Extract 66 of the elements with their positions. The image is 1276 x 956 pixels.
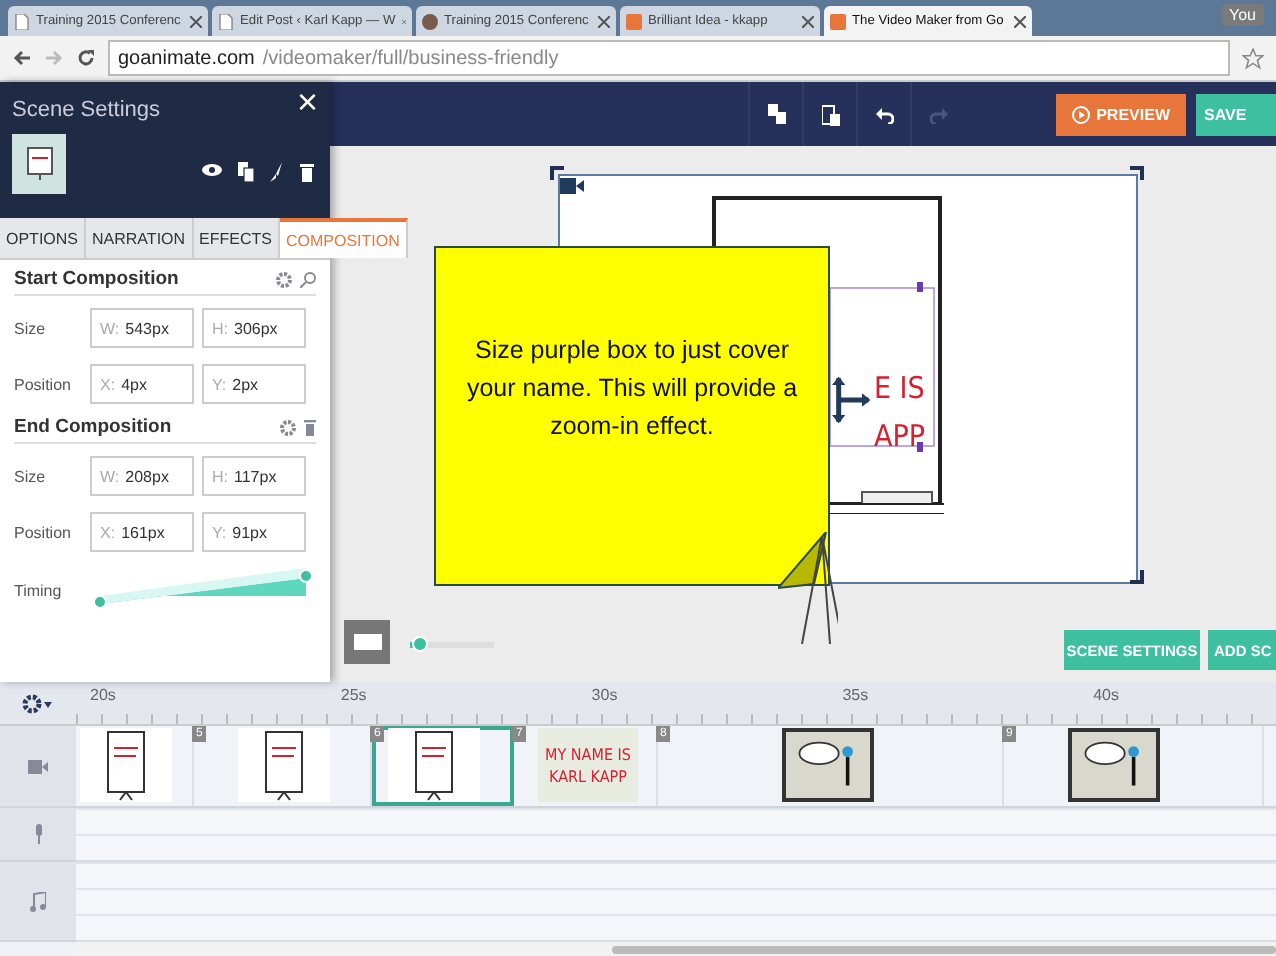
close-icon[interactable]	[1014, 15, 1026, 27]
copy-icon[interactable]	[238, 162, 254, 182]
music-note-icon	[30, 891, 46, 911]
avatar-icon	[422, 13, 438, 29]
camera-icon	[560, 178, 584, 194]
number-field[interactable]: H: 117px	[202, 456, 306, 496]
thumbnail-toggle[interactable]	[344, 620, 390, 664]
page-icon	[218, 13, 234, 29]
address-field[interactable]: goanimate.com /videomaker/full/business-friendly	[108, 40, 1230, 76]
logo-icon	[626, 13, 642, 29]
star-icon[interactable]	[1242, 47, 1264, 69]
field-label: Timing	[14, 581, 64, 599]
profile-badge[interactable]: You	[1221, 4, 1264, 26]
panel-tab[interactable]: NARRATION	[86, 218, 194, 258]
time-tick: 35s	[842, 686, 869, 704]
play-icon	[1072, 105, 1091, 123]
field-label: Size	[14, 319, 48, 337]
number-field[interactable]: Y: 91px	[202, 512, 306, 552]
scene-thumbnail	[80, 728, 172, 802]
gear-icon[interactable]	[276, 271, 292, 287]
time-tick: 40s	[1093, 686, 1119, 704]
gear-icon[interactable]	[280, 419, 296, 435]
field-label: Position	[14, 375, 73, 393]
time-tick: 30s	[591, 686, 618, 704]
section-title: End Composition	[14, 416, 172, 438]
number-field[interactable]: X: 161px	[90, 512, 194, 552]
board-text: E IS	[874, 374, 925, 404]
easel-legs-drawing	[778, 532, 838, 644]
panel-title: Scene Settings	[12, 98, 160, 122]
logo-icon	[830, 13, 846, 29]
scene-thumbnail	[238, 728, 330, 802]
undo-icon[interactable]	[875, 105, 894, 123]
paste-icon[interactable]	[821, 103, 840, 125]
field-label: Size	[14, 467, 48, 485]
time-tick: 25s	[340, 686, 367, 704]
back-icon[interactable]	[12, 48, 32, 68]
number-field[interactable]: W: 543px	[90, 308, 194, 348]
copy-icon[interactable]	[767, 104, 786, 124]
close-icon[interactable]	[190, 15, 202, 27]
close-icon[interactable]	[802, 15, 814, 27]
screen-icon	[353, 634, 381, 650]
video-camera-icon	[28, 759, 48, 773]
close-icon[interactable]	[598, 15, 610, 27]
panel-tab[interactable]: OPTIONS	[0, 218, 87, 258]
number-field[interactable]: Y: 2px	[202, 364, 306, 404]
number-field[interactable]: X: 4px	[90, 364, 194, 404]
reload-icon[interactable]	[76, 48, 96, 68]
page-icon	[14, 13, 30, 29]
scene-thumbnail	[12, 134, 66, 194]
board-text: APP	[874, 422, 926, 452]
zoom-icon[interactable]	[300, 271, 316, 287]
number-field[interactable]: W: 208px	[90, 456, 194, 496]
scene-clip[interactable]	[76, 726, 194, 806]
settings-icon[interactable]	[22, 693, 54, 713]
close-button[interactable]: ×	[296, 84, 318, 120]
brush-icon[interactable]	[270, 162, 284, 182]
field-label: Position	[14, 523, 73, 541]
eye-icon[interactable]	[202, 162, 222, 178]
time-tick: 20s	[90, 686, 116, 704]
microphone-icon	[33, 824, 43, 844]
number-field[interactable]: H: 306px	[202, 308, 306, 348]
instruction-tooltip: Size purple box to just cover your name. This will provide a zoom-in effect.	[434, 246, 830, 586]
section-title: Start Composition	[14, 268, 179, 290]
trash-icon[interactable]	[300, 162, 314, 182]
scene-thumbnail	[388, 728, 480, 802]
scene-thumbnail: MY NAME IS KARL KAPP	[538, 728, 638, 802]
